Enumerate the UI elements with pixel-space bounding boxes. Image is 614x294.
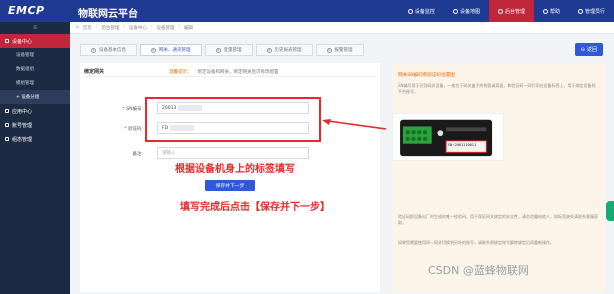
- sidebar-group-label: 应用中心: [12, 108, 33, 115]
- logo[interactable]: EMCP: [8, 4, 45, 17]
- return-icon: ⊖: [580, 46, 585, 53]
- form-header: 绑定网关 温馨提示： 绑定设备和网关，绑定网关后可修改配置: [84, 67, 376, 77]
- return-button[interactable]: ⊖ 返回: [574, 43, 603, 56]
- sidebar-group-label: 账号管理: [12, 122, 33, 129]
- return-label: 返回: [586, 47, 597, 53]
- sidebar-item-device-management[interactable]: 设备管理: [0, 48, 70, 62]
- step-number: 1: [91, 47, 96, 53]
- nav-user[interactable]: 管理员行: [569, 0, 614, 22]
- app-icon: [5, 109, 9, 113]
- breadcrumb: ⌂ 首页 / 后台管理 / 设备中心 / 设备管理 / 编辑: [70, 22, 614, 34]
- nav-help[interactable]: 帮助: [534, 0, 569, 22]
- step-tabs: 1 设备基本信息 2 网关、通讯管理 3 变量管理 4 历史报表管理 5 报警管理 ⊖ 返回: [80, 43, 605, 57]
- breadcrumb-item[interactable]: 设备中心: [129, 25, 147, 31]
- annotation-fill-hint: 根据设备机身上的标签填写: [175, 164, 295, 175]
- floating-side-tab[interactable]: [606, 201, 614, 221]
- settings-icon: [497, 8, 503, 14]
- sn-label-text: SN编号:: [126, 107, 143, 112]
- nav-label: 设备地图: [459, 8, 480, 15]
- top-nav: 设备监控 设备地图 后台管理 帮助 管理员行: [399, 0, 614, 22]
- nav-label: 帮助: [549, 8, 560, 15]
- info-text: 如果您需要使用同一网关切换到另外的账号，请联系原绑定账号解除绑定后再重新操作。: [398, 240, 554, 245]
- nav-label: 后台管理: [504, 8, 525, 15]
- sidebar: ≡ 设备中心 设备管理 数据组组 模组管理 + 设备分组 应用中心 账号管理 组…: [0, 22, 70, 294]
- step-alarm[interactable]: 5 报警管理: [315, 44, 364, 56]
- app-title: 物联网云平台: [78, 9, 138, 20]
- info-title: 网关SN编码和验证码位置图: [398, 73, 455, 78]
- form-title: 绑定网关: [84, 69, 105, 75]
- map-icon: [452, 8, 458, 14]
- step-label: 报警管理: [334, 48, 353, 53]
- code-label: * 验证码:: [93, 126, 143, 132]
- step-label: 网关、通讯管理: [159, 48, 191, 53]
- step-number: 4: [266, 47, 272, 53]
- sidebar-item-device-group[interactable]: + 设备分组: [0, 90, 70, 104]
- step-label: 历史报表管理: [274, 48, 302, 53]
- nav-device-monitor[interactable]: 设备监控: [399, 0, 444, 22]
- device-sn-label: SN:2001110011: [448, 143, 477, 147]
- gateway-device-image: [392, 113, 504, 161]
- sidebar-group-label: 设备中心: [12, 38, 33, 45]
- user-icon: [577, 8, 583, 14]
- arrow-annotation: [322, 119, 387, 130]
- tip-text: 绑定设备和网关，绑定网关后可修改配置: [197, 69, 279, 75]
- breadcrumb-item: 编辑: [183, 25, 193, 31]
- annotation-click-hint: 填写完成后点击【保存并下一步】: [180, 202, 330, 213]
- nav-device-map[interactable]: 设备地图: [444, 0, 489, 22]
- step-number: 2: [151, 47, 156, 53]
- step-basic-info[interactable]: 1 设备基本信息: [80, 44, 137, 56]
- breadcrumb-separator: /: [150, 25, 153, 30]
- nav-label: 管理员行: [584, 8, 605, 15]
- info-text: SN编号用于识别网关设备，一般位于网关盒子的侧面或背面，和验证码一同打印在设备标…: [398, 83, 596, 94]
- code-label-text: 验证码:: [127, 127, 143, 132]
- sidebar-item-data-group[interactable]: 数据组组: [0, 62, 70, 76]
- tip-label: 温馨提示：: [169, 69, 192, 75]
- highlight-box: [145, 97, 321, 142]
- device-icon: [5, 39, 9, 43]
- breadcrumb-separator: /: [95, 25, 98, 30]
- sidebar-group-device-center[interactable]: 设备中心: [0, 34, 70, 48]
- breadcrumb-item[interactable]: 设备管理: [156, 25, 174, 31]
- sidebar-group-account[interactable]: 账号管理: [0, 118, 70, 132]
- step-label: 变量管理: [223, 48, 242, 53]
- breadcrumb-separator: /: [123, 25, 125, 30]
- step-label: 设备基本信息: [99, 48, 126, 53]
- help-info-card: 网关SN编码和验证码位置图 SN编号用于识别网关设备，一般位于网关盒子的侧面或背…: [392, 63, 605, 292]
- step-number: 3: [215, 47, 221, 53]
- collapse-icon[interactable]: ≡: [0, 22, 70, 34]
- remark-label: 备注:: [132, 152, 143, 157]
- info-text: 验证码即设备出厂时生成的唯一校验码，用于保证网关绑定的安全性，请勿泄露给他人，如…: [398, 214, 598, 225]
- breadcrumb-separator: /: [178, 25, 180, 30]
- breadcrumb-item[interactable]: 后台管理: [101, 25, 119, 31]
- sidebar-item-template[interactable]: 模组管理: [0, 76, 70, 90]
- step-number: 5: [326, 47, 332, 53]
- monitor-icon: [407, 8, 413, 14]
- save-next-button[interactable]: 保存并下一步: [205, 180, 255, 191]
- watermark: CSDN @蓝蜂物联网: [428, 264, 529, 277]
- top-bar: EMCP 物联网云平台 设备监控 设备地图 后台管理 帮助 管理员行: [0, 0, 614, 22]
- home-icon[interactable]: ⌂: [76, 25, 79, 30]
- sidebar-group-scada[interactable]: 组态管理: [0, 132, 70, 146]
- help-icon: [542, 8, 548, 14]
- account-icon: [5, 123, 9, 127]
- sidebar-group-label: 组态管理: [12, 136, 33, 143]
- main-panel: 1 设备基本信息 2 网关、通讯管理 3 变量管理 4 历史报表管理 5 报警管理 ⊖ 返回…: [70, 34, 614, 294]
- scada-icon: [5, 137, 9, 141]
- sidebar-group-app-center[interactable]: 应用中心: [0, 104, 70, 118]
- nav-admin[interactable]: 后台管理: [488, 0, 534, 22]
- nav-label: 设备监控: [414, 8, 435, 15]
- step-history-report[interactable]: 4 历史报表管理: [255, 44, 313, 56]
- step-variables[interactable]: 3 变量管理: [204, 44, 253, 56]
- remark-input[interactable]: 请输入: [157, 147, 309, 159]
- breadcrumb-item[interactable]: 首页: [83, 25, 92, 31]
- step-gateway[interactable]: 2 网关、通讯管理: [140, 44, 202, 56]
- sn-label: * SN编号:: [93, 106, 143, 112]
